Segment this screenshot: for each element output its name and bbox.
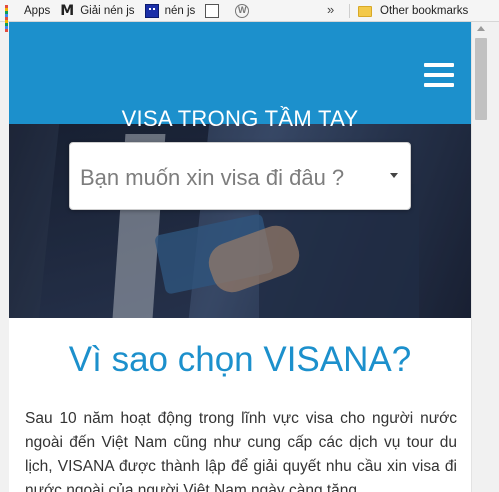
why-heading: Vì sao chọn VISANA? — [68, 340, 412, 379]
scrollbar-thumb[interactable] — [475, 38, 487, 120]
bookmark-page[interactable] — [201, 0, 231, 22]
bookmark-wordpress[interactable]: W — [231, 0, 261, 22]
dropdown-caret-icon — [390, 173, 398, 178]
scroll-up-icon[interactable] — [477, 26, 485, 31]
wordpress-icon: W — [235, 3, 250, 18]
bookmark-label: Giải nén js — [80, 4, 135, 17]
bookmark-label: nén js — [164, 4, 196, 17]
bookmark-nen-js[interactable]: nén js — [141, 0, 202, 22]
bookmarks-overflow-button[interactable]: » — [327, 2, 334, 17]
bookmarks-bar: Apps M Giải nén js nén js W » Other book… — [0, 0, 499, 32]
page-viewport: VISA TRONG TẦM TAY Bạn muốn xin visa đi … — [9, 22, 471, 492]
other-bookmarks[interactable]: Other bookmarks — [358, 0, 468, 22]
destination-search-select[interactable]: Bạn muốn xin visa đi đâu ? — [69, 142, 411, 210]
apps-grid-icon — [4, 4, 18, 32]
intro-paragraph: Sau 10 năm hoạt động trong lĩnh vực visa… — [25, 410, 457, 492]
folder-icon — [358, 5, 372, 17]
bookmarks-divider — [349, 4, 350, 18]
bookmark-label: Apps — [24, 4, 51, 17]
bookmark-apps[interactable]: Apps — [0, 0, 56, 32]
bookmark-giai-nen-js[interactable]: M Giải nén js — [56, 0, 140, 22]
menu-icon[interactable] — [424, 63, 454, 87]
hero-title: VISA TRONG TẦM TAY — [121, 106, 359, 131]
dotted-square-icon — [144, 3, 159, 18]
scrollbar[interactable] — [471, 22, 490, 492]
gmail-m-icon: M — [60, 2, 75, 19]
page-icon — [205, 3, 220, 18]
other-bookmarks-label: Other bookmarks — [380, 5, 469, 17]
search-placeholder: Bạn muốn xin visa đi đâu ? — [80, 165, 345, 190]
